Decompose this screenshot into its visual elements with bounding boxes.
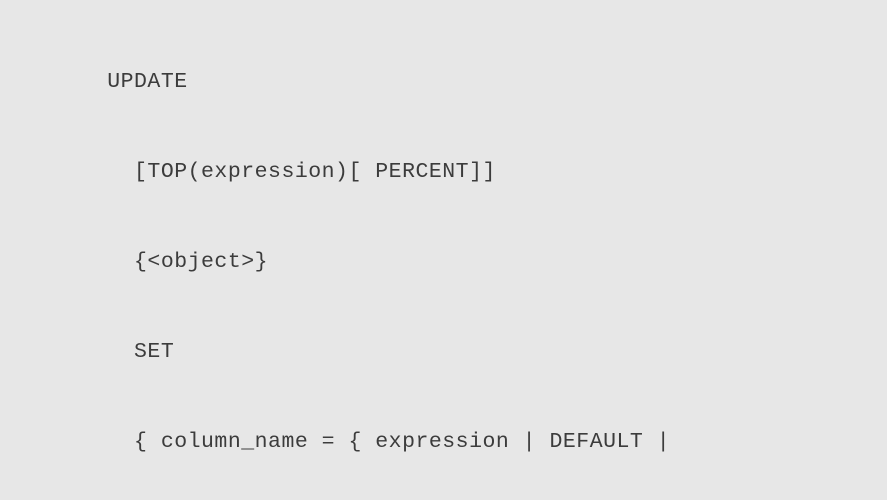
sql-syntax-block: UPDATE [TOP(expression)[ PERCENT]] {<obj…: [0, 0, 887, 500]
code-line: SET: [0, 330, 887, 375]
code-line: {<object>}: [0, 240, 887, 285]
code-line: { column_name = { expression | DEFAULT |: [0, 420, 887, 465]
code-line: UPDATE: [0, 60, 887, 105]
code-line: [TOP(expression)[ PERCENT]]: [0, 150, 887, 195]
